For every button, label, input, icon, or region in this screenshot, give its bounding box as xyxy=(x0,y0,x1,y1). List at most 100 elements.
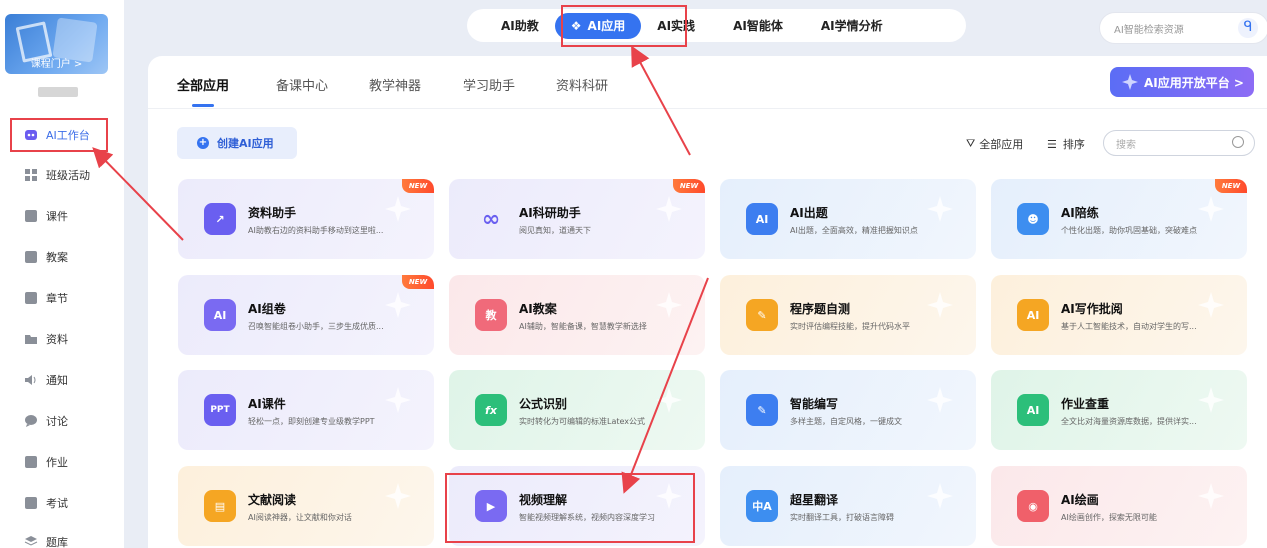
card-title: 视频理解 xyxy=(519,493,568,507)
sparkle-icon xyxy=(1198,292,1224,318)
search-icon[interactable]: ᑫ xyxy=(1238,18,1258,38)
sidebar-item-class-activity[interactable]: 班级活动 xyxy=(0,164,124,186)
app-card-ai-lesson-plan[interactable]: 教 AI教案 AI辅助，智能备课，智慧教学新选择 xyxy=(449,275,705,355)
sidebar-item-label: 作业 xyxy=(46,456,68,469)
app-card-ai-exam-builder[interactable]: AI AI组卷 召唤智能组卷小助手，三步生成优质... NEW xyxy=(178,275,434,355)
card-desc: AI辅助，智能备课，智慧教学新选择 xyxy=(519,322,647,331)
app-card-code-self-test[interactable]: ✎ 程序题自测 实时评估编程技能，提升代码水平 xyxy=(720,275,976,355)
question-bank-icon xyxy=(24,535,38,548)
sparkle-icon xyxy=(385,387,411,413)
ppt-icon: PPT xyxy=(204,394,236,426)
sidebar-item-notice[interactable]: 通知 xyxy=(0,369,124,391)
card-title: AI陪练 xyxy=(1061,206,1099,220)
lesson-plan-icon xyxy=(24,250,38,264)
app-card-ai-practice[interactable]: ☻ AI陪练 个性化出题，助你巩固基础，突破难点 NEW xyxy=(991,179,1247,259)
card-desc: 多样主题，自定风格，一键成文 xyxy=(790,417,902,426)
sparkle-icon xyxy=(656,387,682,413)
sort-icon: ☰ xyxy=(1047,137,1057,151)
plagiarism-icon: AI xyxy=(1017,394,1049,426)
tab-ai-practice[interactable]: AI实践 xyxy=(641,13,711,39)
infinity-icon: ∞ xyxy=(481,206,501,232)
card-desc: 召唤智能组卷小助手，三步生成优质... xyxy=(248,322,384,331)
folder-icon xyxy=(24,332,38,346)
sidebar-item-label: 章节 xyxy=(46,292,68,305)
sparkle-icon xyxy=(1198,483,1224,509)
sidebar-item-chapter[interactable]: 章节 xyxy=(0,287,124,309)
tab-ai-learning-analysis[interactable]: AI学情分析 xyxy=(805,13,899,39)
translate-icon: 中A xyxy=(746,490,778,522)
course-cover[interactable]: 课程门户 > xyxy=(5,14,108,74)
sidebar-item-courseware[interactable]: 课件 xyxy=(0,205,124,227)
sidebar-item-homework[interactable]: 作业 xyxy=(0,451,124,473)
app-card-ai-writing-review[interactable]: AI AI写作批阅 基于人工智能技术，自动对学生的写... xyxy=(991,275,1247,355)
card-desc: AI助教右边的资料助手移动到这里啦... xyxy=(248,226,384,235)
create-ai-app-button[interactable]: + 创建AI应用 xyxy=(177,127,297,159)
chart-icon: ↗ xyxy=(204,203,236,235)
app-card-plagiarism-check[interactable]: AI 作业查重 全文比对海量资源库数据，提供详实... xyxy=(991,370,1247,450)
ai-open-platform-button[interactable]: AI应用开放平台 > xyxy=(1110,67,1254,97)
card-title: 智能编写 xyxy=(790,397,839,411)
subtab-teaching-tools[interactable]: 教学神器 xyxy=(369,75,421,94)
sparkle-icon xyxy=(385,483,411,509)
palette-icon: ◉ xyxy=(1017,490,1049,522)
course-portal-link[interactable]: 课程门户 > xyxy=(5,55,108,70)
app-card-ai-courseware[interactable]: PPT AI课件 轻松一点，即刻创建专业级教学PPT xyxy=(178,370,434,450)
card-title: AI写作批阅 xyxy=(1061,302,1123,316)
app-card-material-assistant[interactable]: ↗ 资料助手 AI助教右边的资料助手移动到这里啦... NEW xyxy=(178,179,434,259)
card-title: 文献阅读 xyxy=(248,493,297,507)
search-placeholder: AI智能检索资源 xyxy=(1114,24,1184,36)
app-card-literature-reading[interactable]: ▤ 文献阅读 AI阅读神器，让文献和你对话 xyxy=(178,466,434,546)
app-card-ai-painting[interactable]: ◉ AI绘画 AI绘画创作，探索无限可能 xyxy=(991,466,1247,546)
practice-icon: ☻ xyxy=(1017,203,1049,235)
card-title: AI出题 xyxy=(790,206,828,220)
chapter-icon xyxy=(24,291,38,305)
card-title: 超星翻译 xyxy=(790,493,839,507)
sidebar-item-question-bank[interactable]: 题库 xyxy=(0,531,124,548)
sparkle-icon xyxy=(385,196,411,222)
tab-ai-agent[interactable]: AI智能体 xyxy=(711,13,805,39)
sidebar-item-materials[interactable]: 资料 xyxy=(0,328,124,350)
new-badge: NEW xyxy=(1215,179,1247,193)
app-card-smart-writing[interactable]: ✎ 智能编写 多样主题，自定风格，一键成文 xyxy=(720,370,976,450)
new-badge: NEW xyxy=(402,275,434,289)
app-search-input[interactable]: 搜索 xyxy=(1103,130,1255,156)
new-badge: NEW xyxy=(673,179,705,193)
sidebar-item-exam[interactable]: 考试 xyxy=(0,492,124,514)
sparkle-icon xyxy=(927,292,953,318)
card-title: AI绘画 xyxy=(1061,493,1099,507)
sparkle-icon xyxy=(927,483,953,509)
filter-label: 全部应用 xyxy=(979,138,1024,151)
subtab-lesson-prep[interactable]: 备课中心 xyxy=(276,75,328,94)
tab-ai-assistant[interactable]: AI助教 xyxy=(485,13,555,39)
card-title: 公式识别 xyxy=(519,397,568,411)
search-icon[interactable] xyxy=(1232,136,1244,148)
card-desc: AI出题，全面高效，精准把握知识点 xyxy=(790,226,918,235)
ai-workbench-icon xyxy=(24,128,38,142)
layers-icon: AI xyxy=(204,299,236,331)
card-desc: AI阅读神器，让文献和你对话 xyxy=(248,513,352,522)
sparkle-icon xyxy=(656,483,682,509)
grid-icon xyxy=(24,168,38,182)
subtab-study-assistant[interactable]: 学习助手 xyxy=(463,75,515,94)
sparkle-icon xyxy=(656,196,682,222)
top-search-input[interactable]: AI智能检索资源 ᑫ xyxy=(1099,12,1267,44)
app-card-ai-research[interactable]: ∞ AI科研助手 阅见真知，道通天下 NEW xyxy=(449,179,705,259)
app-card-chaoxing-translate[interactable]: 中A 超星翻译 实时翻译工具，打破语言障碍 xyxy=(720,466,976,546)
speaker-icon xyxy=(24,373,38,387)
ai-quiz-icon: AI xyxy=(746,203,778,235)
sidebar-item-label: 班级活动 xyxy=(46,169,90,182)
app-card-ai-quiz[interactable]: AI AI出题 AI出题，全面高效，精准把握知识点 xyxy=(720,179,976,259)
subtab-all-apps[interactable]: 全部应用 xyxy=(177,75,229,94)
filter-all-apps[interactable]: ⛛ 全部应用 xyxy=(966,136,1023,152)
search-placeholder: 搜索 xyxy=(1116,139,1136,151)
app-card-formula-recognition[interactable]: fx 公式识别 实时转化为可编辑的标准Latex公式 xyxy=(449,370,705,450)
tab-ai-apps[interactable]: ❖ AI应用 xyxy=(554,12,642,39)
sort-label: 排序 xyxy=(1062,138,1085,151)
card-title: AI课件 xyxy=(248,397,286,411)
app-card-video-understanding[interactable]: ▶ 视频理解 智能视频理解系统，视频内容深度学习 xyxy=(449,466,705,546)
sort-button[interactable]: ☰ 排序 xyxy=(1047,136,1085,152)
sidebar-item-ai-workbench[interactable]: AI工作台 xyxy=(0,124,124,146)
sidebar-item-discussion[interactable]: 讨论 xyxy=(0,410,124,432)
sidebar-item-lesson-plan[interactable]: 教案 xyxy=(0,246,124,268)
subtab-research[interactable]: 资料科研 xyxy=(556,75,608,94)
